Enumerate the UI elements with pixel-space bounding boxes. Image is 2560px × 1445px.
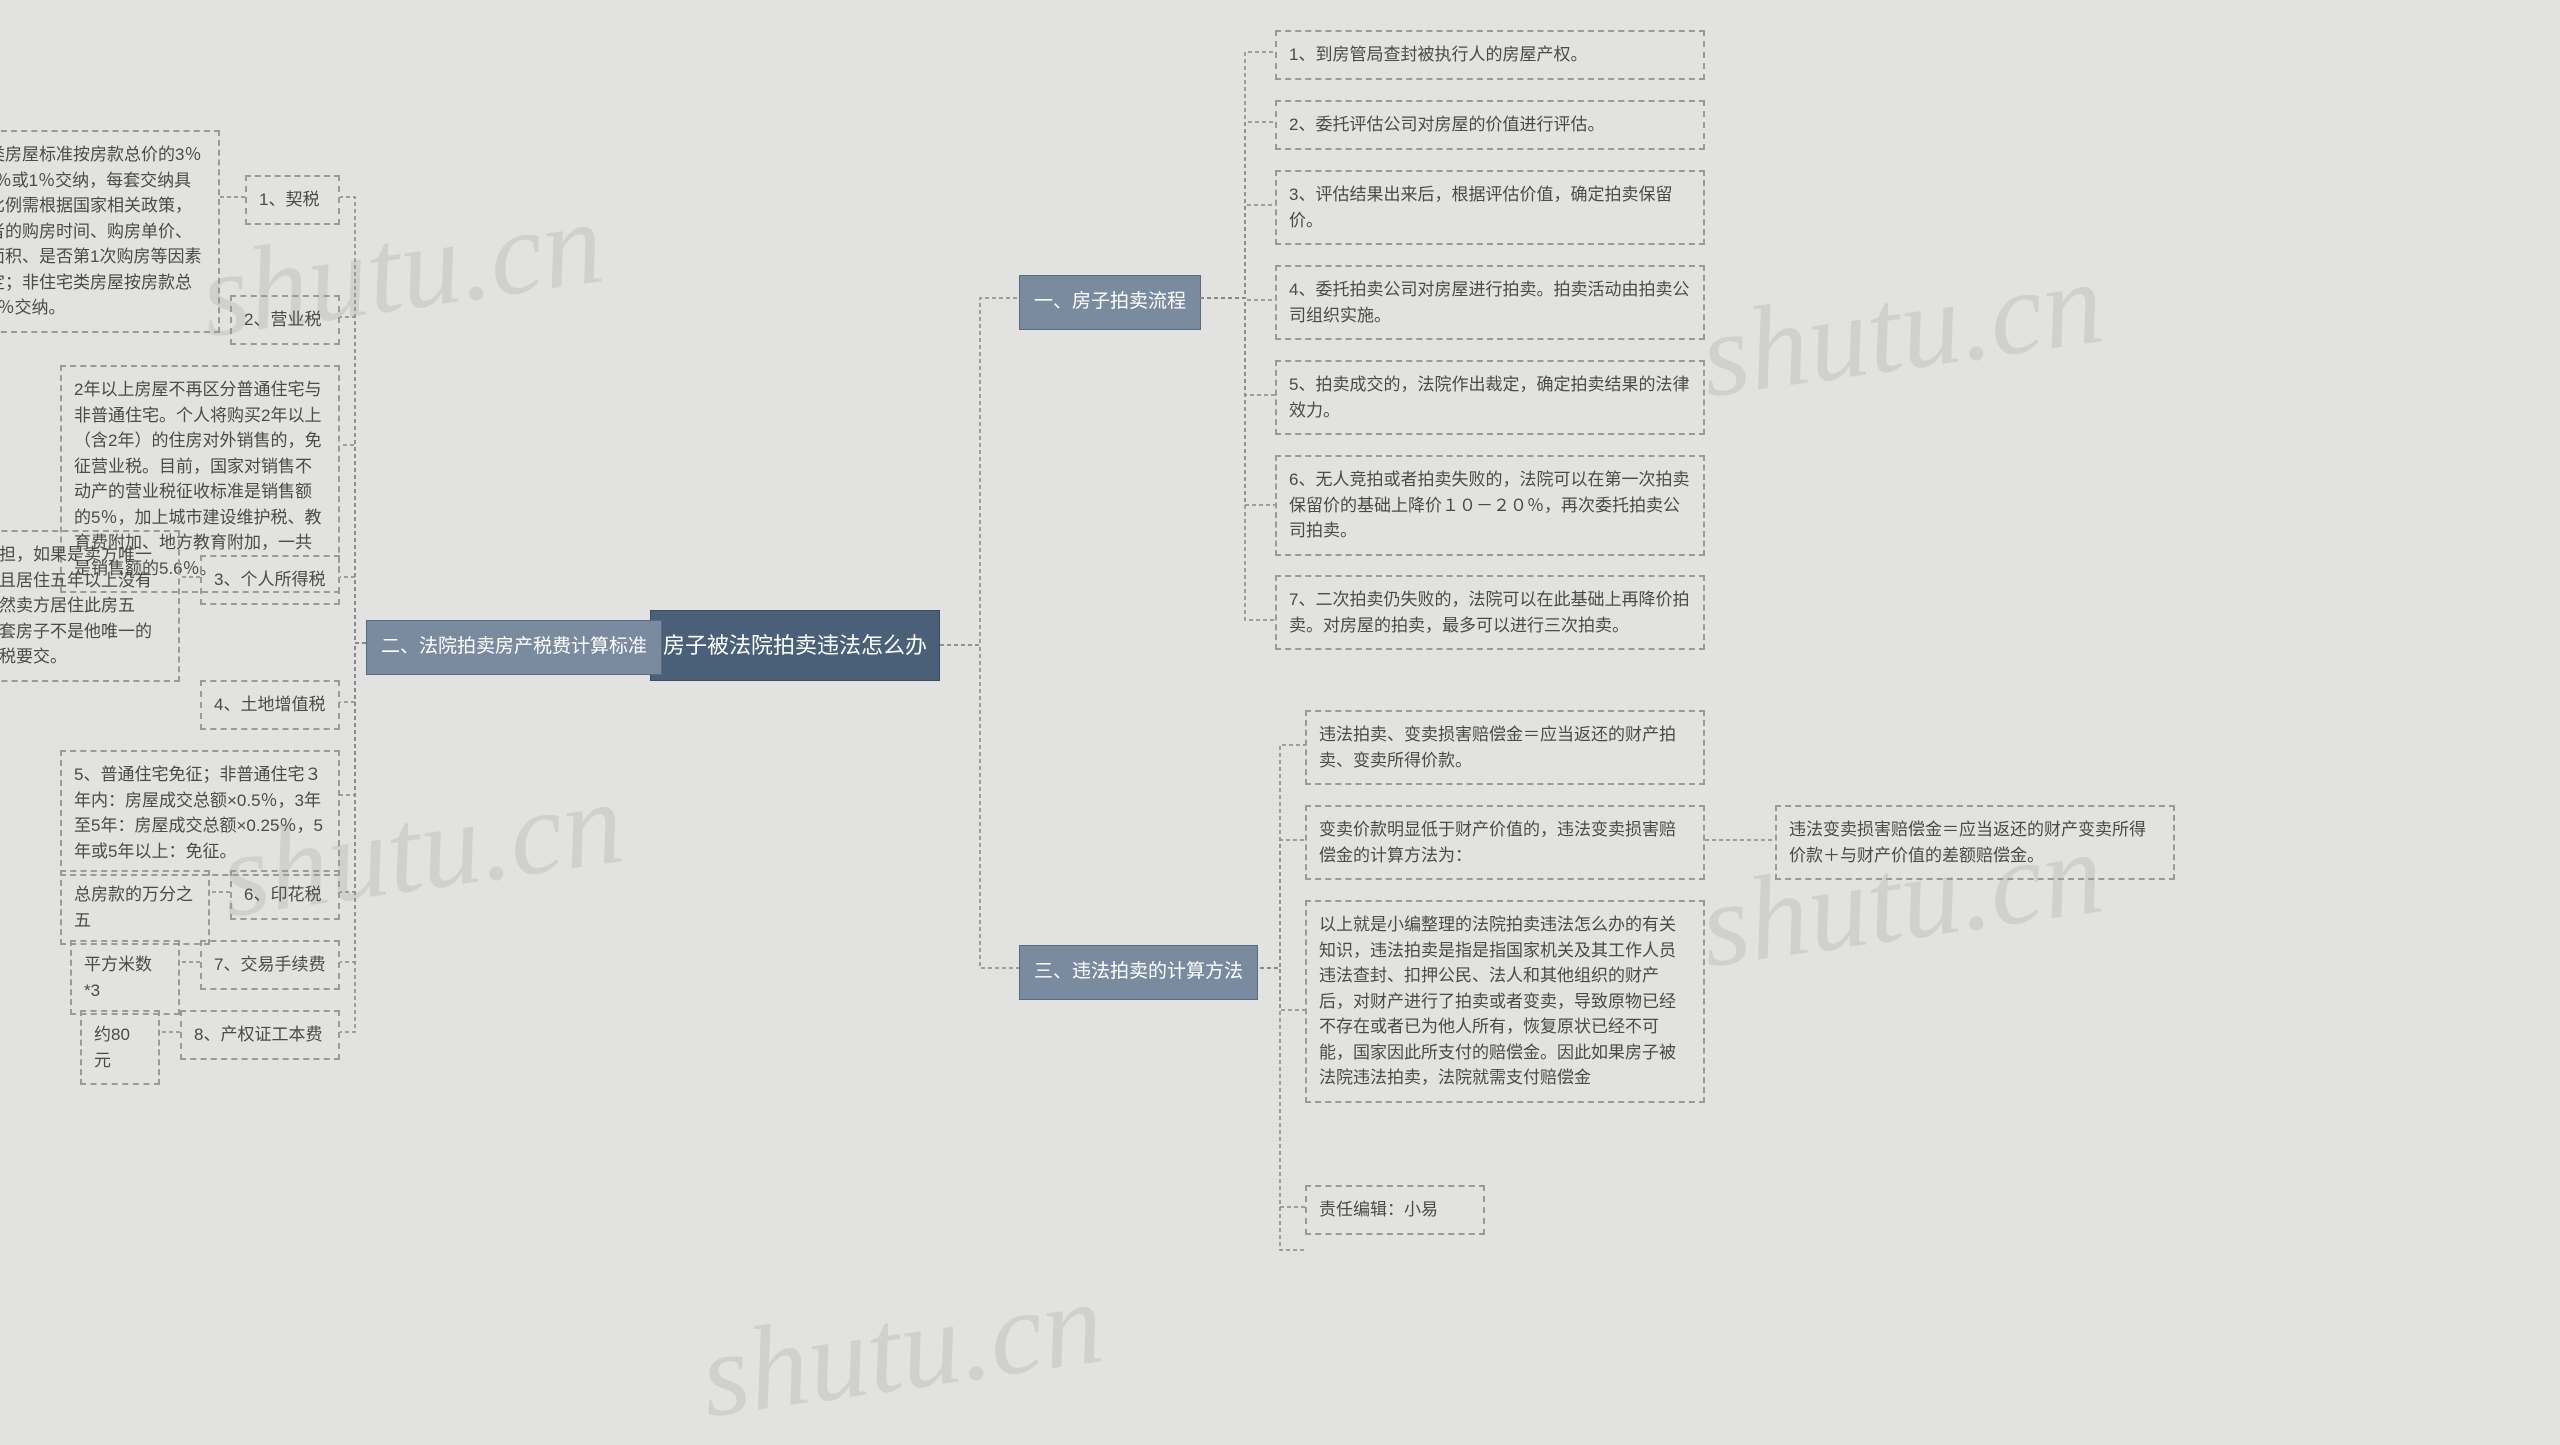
- leaf-tax-8-detail: 约80元: [80, 1010, 160, 1085]
- branch-illegal-calc: 三、违法拍卖的计算方法: [1019, 945, 1258, 1000]
- leaf-calc-3: 以上就是小编整理的法院拍卖违法怎么办的有关知识，违法拍卖是指是指国家机关及其工作…: [1305, 900, 1705, 1103]
- leaf-process-7: 7、二次拍卖仍失败的，法院可以在此基础上再降价拍卖。对房屋的拍卖，最多可以进行三…: [1275, 575, 1705, 650]
- leaf-tax-7: 7、交易手续费: [200, 940, 340, 990]
- leaf-tax-5-detail: 5、普通住宅免征；非普通住宅３年内：房屋成交总额×0.5％，3年至5年：房屋成交…: [60, 750, 340, 876]
- branch-auction-process: 一、房子拍卖流程: [1019, 275, 1201, 330]
- leaf-process-2: 2、委托评估公司对房屋的价值进行评估。: [1275, 100, 1705, 150]
- leaf-process-4: 4、委托拍卖公司对房屋进行拍卖。拍卖活动由拍卖公司组织实施。: [1275, 265, 1705, 340]
- leaf-process-3: 3、评估结果出来后，根据评估价值，确定拍卖保留价。: [1275, 170, 1705, 245]
- leaf-process-6: 6、无人竞拍或者拍卖失败的，法院可以在第一次拍卖保留价的基础上降价１０－２０％，…: [1275, 455, 1705, 556]
- watermark: shutu.cn: [692, 1253, 1111, 1445]
- watermark: shutu.cn: [1692, 233, 2111, 426]
- leaf-tax-6-detail: 总房款的万分之五: [60, 870, 210, 945]
- leaf-tax-4: 4、土地增值税: [200, 680, 340, 730]
- leaf-calc-4: 责任编辑：小易: [1305, 1185, 1485, 1235]
- leaf-tax-7-detail: 平方米数*3: [70, 940, 180, 1015]
- center-node: 房子被法院拍卖违法怎么办: [650, 610, 940, 681]
- leaf-tax-1: 1、契税: [245, 175, 340, 225]
- leaf-tax-1-detail: 住宅类房屋标准按房款总价的3％或1.5％或1％交纳，每套交纳具体的比例需根据国家…: [0, 130, 220, 333]
- leaf-process-5: 5、拍卖成交的，法院作出裁定，确定拍卖结果的法律效力。: [1275, 360, 1705, 435]
- leaf-process-1: 1、到房管局查封被执行人的房屋产权。: [1275, 30, 1705, 80]
- leaf-calc-1: 违法拍卖、变卖损害赔偿金＝应当返还的财产拍卖、变卖所得价款。: [1305, 710, 1705, 785]
- leaf-calc-2: 变卖价款明显低于财产价值的，违法变卖损害赔偿金的计算方法为：: [1305, 805, 1705, 880]
- leaf-calc-sub: 违法变卖损害赔偿金＝应当返还的财产变卖所得价款＋与财产价值的差额赔偿金。: [1775, 805, 2175, 880]
- leaf-tax-2: 2、营业税: [230, 295, 340, 345]
- leaf-tax-6: 6、印花税: [230, 870, 340, 920]
- leaf-tax-3-detail: 一般卖方承担，如果是卖方唯一一套房子，且居住五年以上没有此税，但虽然卖方居住此房…: [0, 530, 180, 682]
- branch-tax-calc: 二、法院拍卖房产税费计算标准: [366, 620, 662, 675]
- leaf-tax-3: 3、个人所得税: [200, 555, 340, 605]
- leaf-tax-8: 8、产权证工本费: [180, 1010, 340, 1060]
